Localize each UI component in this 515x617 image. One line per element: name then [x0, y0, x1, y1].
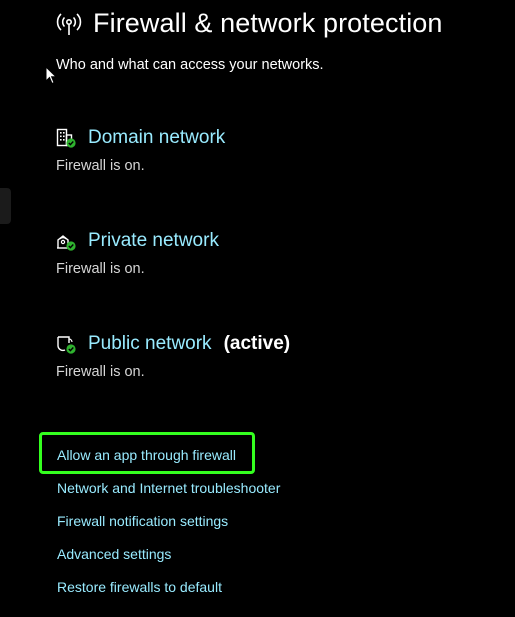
domain-network-link[interactable]: Domain network	[88, 127, 225, 149]
mouse-cursor-icon	[45, 65, 58, 85]
public-firewall-status: Firewall is on.	[56, 364, 145, 380]
wireless-signal-icon	[56, 11, 82, 37]
public-network-icon	[56, 334, 76, 354]
private-network-icon	[56, 231, 76, 251]
related-links: Allow an app through firewall Network an…	[57, 446, 280, 611]
domain-network-section: Domain network Firewall is on.	[56, 125, 225, 174]
restore-firewalls-link[interactable]: Restore firewalls to default	[57, 578, 280, 611]
private-network-section: Private network Firewall is on.	[56, 228, 219, 277]
advanced-settings-link[interactable]: Advanced settings	[57, 545, 280, 578]
domain-building-icon	[56, 128, 76, 148]
public-network-section: Public network (active) Firewall is on.	[56, 331, 290, 380]
page-header: Firewall & network protection	[56, 8, 443, 39]
private-firewall-status: Firewall is on.	[56, 261, 145, 277]
active-network-badge: (active)	[223, 333, 291, 354]
private-network-link[interactable]: Private network	[88, 230, 219, 252]
domain-firewall-status: Firewall is on.	[56, 158, 145, 174]
firewall-notification-settings-link[interactable]: Firewall notification settings	[57, 512, 280, 545]
page-subtitle: Who and what can access your networks.	[56, 57, 324, 73]
firewall-page: Firewall & network protection Who and wh…	[0, 0, 515, 617]
page-title: Firewall & network protection	[93, 8, 443, 38]
network-troubleshooter-link[interactable]: Network and Internet troubleshooter	[57, 479, 280, 512]
nav-collapse-tab[interactable]	[0, 188, 11, 224]
public-network-link[interactable]: Public network	[88, 333, 212, 355]
allow-app-link[interactable]: Allow an app through firewall	[57, 446, 280, 479]
